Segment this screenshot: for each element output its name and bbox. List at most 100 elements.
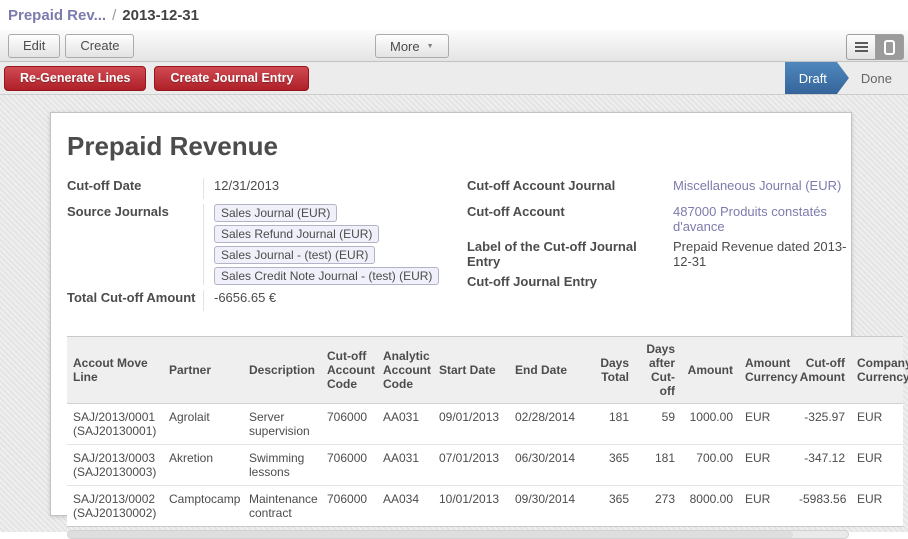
cutoff-account-label: Cut-off Account — [467, 204, 673, 234]
field-group-right: Cut-off Account Journal Miscellaneous Jo… — [467, 178, 851, 316]
journal-tag: Sales Refund Journal (EUR) — [214, 225, 379, 243]
scrollbar-thumb[interactable] — [68, 531, 793, 538]
table-cell: 181 — [593, 404, 635, 445]
column-header[interactable]: Cut-off Amount — [793, 337, 851, 404]
table-header-row: Accout Move LinePartnerDescriptionCut-of… — [67, 337, 903, 404]
column-header[interactable]: Partner — [163, 337, 243, 404]
total-cutoff-amount-label: Total Cut-off Amount — [67, 290, 203, 311]
regenerate-lines-button[interactable]: Re-Generate Lines — [4, 66, 146, 91]
column-header[interactable]: Days after Cut-off — [635, 337, 681, 404]
table-cell: 59 — [635, 404, 681, 445]
table-cell: EUR — [739, 486, 793, 527]
table-cell: 365 — [593, 445, 635, 486]
field-group-left: Cut-off Date 12/31/2013 Source Journals … — [67, 178, 457, 316]
field-groups: Cut-off Date 12/31/2013 Source Journals … — [67, 178, 851, 316]
toolbar: Edit Create More ▼ — [0, 30, 908, 62]
column-header[interactable]: Accout Move Line — [67, 337, 163, 404]
table-cell: 1000.00 — [681, 404, 739, 445]
view-switcher — [846, 34, 904, 60]
cutoff-date-value: 12/31/2013 — [203, 178, 457, 199]
breadcrumb-current: 2013-12-31 — [122, 7, 199, 24]
content-area: Prepaid Revenue Cut-off Date 12/31/2013 … — [0, 95, 908, 532]
table-cell: AA031 — [377, 404, 433, 445]
edit-button[interactable]: Edit — [8, 34, 60, 58]
status-action-bar: Re-Generate Lines Create Journal Entry D… — [0, 62, 908, 95]
table-cell: Swimming lessons — [243, 445, 321, 486]
table-cell: EUR — [739, 445, 793, 486]
column-header[interactable]: Description — [243, 337, 321, 404]
status-draft: Draft — [785, 62, 849, 94]
status-done: Done — [861, 71, 892, 86]
table-cell: 02/28/2014 — [509, 404, 593, 445]
table-cell: EUR — [851, 486, 903, 527]
form-view-button[interactable] — [875, 34, 904, 60]
breadcrumb: Prepaid Rev... / 2013-12-31 — [0, 0, 908, 30]
column-header[interactable]: End Date — [509, 337, 593, 404]
journal-tag: Sales Journal (EUR) — [214, 204, 337, 222]
table-cell: 706000 — [321, 486, 377, 527]
create-button[interactable]: Create — [65, 34, 134, 58]
table-cell: 10/01/2013 — [433, 486, 509, 527]
table-row[interactable]: SAJ/2013/0001 (SAJ20130001)AgrolaitServe… — [67, 404, 903, 445]
field-journal-entry-label: Label of the Cut-off Journal Entry Prepa… — [467, 239, 851, 269]
horizontal-scrollbar[interactable] — [67, 530, 849, 539]
table-cell: Maintenance contract — [243, 486, 321, 527]
source-journals-label: Source Journals — [67, 204, 203, 285]
table-cell: Agrolait — [163, 404, 243, 445]
cutoff-account-journal-value[interactable]: Miscellaneous Journal (EUR) — [673, 178, 851, 199]
table-cell: 8000.00 — [681, 486, 739, 527]
table-cell: 09/01/2013 — [433, 404, 509, 445]
table-cell: SAJ/2013/0002 (SAJ20130002) — [67, 486, 163, 527]
table-cell: EUR — [851, 404, 903, 445]
total-cutoff-amount-value: -6656.65 € — [203, 290, 457, 311]
column-header[interactable]: Amount — [681, 337, 739, 404]
table-cell: -325.97 — [793, 404, 851, 445]
column-header[interactable]: Days Total — [593, 337, 635, 404]
table-body: SAJ/2013/0001 (SAJ20130001)AgrolaitServe… — [67, 404, 903, 527]
cutoff-lines-table: Accout Move LinePartnerDescriptionCut-of… — [67, 336, 903, 527]
journal-entry-label-label: Label of the Cut-off Journal Entry — [467, 239, 673, 269]
journal-entry-label-value: Prepaid Revenue dated 2013-12-31 — [673, 239, 851, 269]
table-cell: 365 — [593, 486, 635, 527]
list-view-button[interactable] — [846, 34, 875, 60]
table-cell: 181 — [635, 445, 681, 486]
breadcrumb-separator: / — [112, 7, 116, 24]
column-header[interactable]: Analytic Account Code — [377, 337, 433, 404]
column-header[interactable]: Company Currency — [851, 337, 903, 404]
cutoff-account-value[interactable]: 487000 Produits constatés d'avance — [673, 204, 851, 234]
form-icon — [884, 40, 895, 55]
table-cell: EUR — [851, 445, 903, 486]
field-cutoff-account: Cut-off Account 487000 Produits constaté… — [467, 204, 851, 234]
table-row[interactable]: SAJ/2013/0002 (SAJ20130002)CamptocampMai… — [67, 486, 903, 527]
form-sheet: Prepaid Revenue Cut-off Date 12/31/2013 … — [50, 112, 852, 516]
table-cell: AA031 — [377, 445, 433, 486]
table-cell: SAJ/2013/0001 (SAJ20130001) — [67, 404, 163, 445]
create-journal-entry-button[interactable]: Create Journal Entry — [154, 66, 309, 91]
table-cell: 06/30/2014 — [509, 445, 593, 486]
field-cutoff-journal-entry: Cut-off Journal Entry — [467, 274, 851, 295]
column-header[interactable]: Cut-off Account Code — [321, 337, 377, 404]
column-header[interactable]: Start Date — [433, 337, 509, 404]
column-header[interactable]: Amount Currency — [739, 337, 793, 404]
table-cell: -5983.56 — [793, 486, 851, 527]
table-cell: 706000 — [321, 404, 377, 445]
source-journals-tags: Sales Journal (EUR) Sales Refund Journal … — [214, 204, 457, 285]
table-cell: 706000 — [321, 445, 377, 486]
table-cell: -347.12 — [793, 445, 851, 486]
table-row[interactable]: SAJ/2013/0003 (SAJ20130003)AkretionSwimm… — [67, 445, 903, 486]
cutoff-journal-entry-value — [673, 274, 851, 295]
field-cutoff-account-journal: Cut-off Account Journal Miscellaneous Jo… — [467, 178, 851, 199]
table-cell: Server supervision — [243, 404, 321, 445]
page-title: Prepaid Revenue — [67, 131, 851, 162]
cutoff-date-label: Cut-off Date — [67, 178, 203, 199]
more-button[interactable]: More ▼ — [375, 34, 449, 58]
table-cell: 700.00 — [681, 445, 739, 486]
breadcrumb-parent-link[interactable]: Prepaid Rev... — [8, 7, 106, 24]
field-total-cutoff-amount: Total Cut-off Amount -6656.65 € — [67, 290, 457, 311]
table-cell: 273 — [635, 486, 681, 527]
table-cell: 07/01/2013 — [433, 445, 509, 486]
table-cell: Akretion — [163, 445, 243, 486]
journal-tag: Sales Journal - (test) (EUR) — [214, 246, 375, 264]
statusbar: Draft Done — [785, 62, 908, 94]
table-cell: 09/30/2014 — [509, 486, 593, 527]
